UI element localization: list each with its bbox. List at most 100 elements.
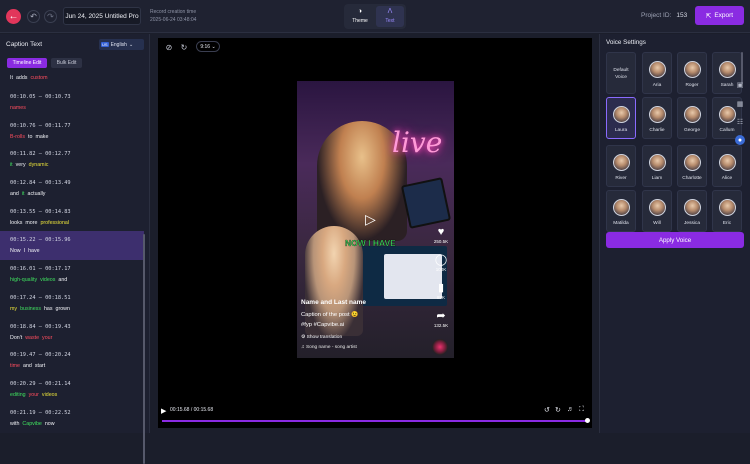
voice-option[interactable]: Charlie: [642, 97, 672, 139]
eye-off-icon[interactable]: ⊘: [164, 42, 174, 52]
forward-icon[interactable]: ↻: [555, 406, 561, 414]
caption-word[interactable]: your: [29, 392, 39, 398]
caption-word[interactable]: dynamic: [29, 162, 49, 168]
caption-word[interactable]: grown: [56, 306, 70, 312]
image-off-icon[interactable]: ▣: [735, 80, 745, 90]
voice-option[interactable]: Liam: [642, 145, 672, 187]
caption-word[interactable]: Capvibe: [22, 421, 41, 427]
caption-word[interactable]: with: [10, 421, 19, 427]
refresh-icon[interactable]: ↻: [179, 42, 189, 52]
caption-word[interactable]: It: [10, 75, 13, 81]
caption-item[interactable]: 00:12.84 – 00:13.49 and it actually: [0, 174, 144, 203]
caption-words[interactable]: time and start: [10, 363, 48, 369]
voice-option[interactable]: Eric: [712, 190, 742, 232]
caption-time[interactable]: 00:21.19 – 00:22.52: [10, 410, 71, 416]
save-button[interactable]: ▮ 89K: [430, 282, 452, 310]
caption-time[interactable]: 00:20.29 – 00:21.14: [10, 381, 71, 387]
caption-word[interactable]: have: [28, 248, 40, 254]
caption-word[interactable]: waste: [25, 335, 39, 341]
voice-option[interactable]: Default Voice: [606, 52, 636, 94]
tab-text[interactable]: Λ Text: [376, 6, 404, 27]
caption-word[interactable]: I: [24, 248, 25, 254]
timeline-handle[interactable]: [585, 418, 590, 423]
caption-list[interactable]: It adds custom 00:10.05 – 00:10.73 names 00:…: [0, 72, 144, 433]
caption-word[interactable]: more: [25, 220, 37, 226]
show-translation[interactable]: ⚙ Show translation: [301, 335, 342, 340]
voice-option[interactable]: Laura: [606, 97, 636, 139]
caption-words[interactable]: my business has grown: [10, 306, 73, 312]
back-icon[interactable]: ←: [6, 9, 21, 24]
caption-time[interactable]: 00:19.47 – 00:20.24: [10, 352, 71, 358]
caption-word[interactable]: editing: [10, 392, 26, 398]
project-title-input[interactable]: Jun 24, 2025 Untitled Pro: [63, 7, 141, 25]
apply-voice-button[interactable]: Apply Voice: [606, 232, 744, 248]
caption-item[interactable]: It adds custom: [0, 72, 144, 88]
language-select[interactable]: US English ⌄: [99, 39, 144, 50]
caption-word[interactable]: Don't: [10, 335, 22, 341]
tab-theme[interactable]: ◑ Theme: [346, 6, 374, 27]
caption-word[interactable]: to: [28, 134, 32, 140]
tab-bulk-edit[interactable]: Bulk Edit: [51, 58, 82, 68]
caption-item[interactable]: 00:21.19 – 00:22.52 with Capvibe now: [0, 404, 144, 433]
volume-icon[interactable]: ♬: [567, 406, 574, 413]
caption-words[interactable]: with Capvibe now: [10, 421, 58, 427]
caption-word[interactable]: my: [10, 306, 17, 312]
caption-word[interactable]: Now: [10, 248, 21, 254]
voice-icon[interactable]: ●: [735, 135, 745, 145]
fullscreen-icon[interactable]: ⛶: [579, 406, 584, 414]
voice-option[interactable]: River: [606, 145, 636, 187]
caption-word[interactable]: custom: [30, 75, 47, 81]
caption-word[interactable]: names: [10, 105, 26, 111]
caption-word[interactable]: time: [10, 363, 20, 369]
caption-word[interactable]: start: [35, 363, 45, 369]
caption-word[interactable]: looks: [10, 220, 22, 226]
caption-word[interactable]: very: [16, 162, 26, 168]
caption-time[interactable]: 00:18.84 – 00:19.43: [10, 324, 71, 330]
caption-words[interactable]: It adds custom: [10, 75, 51, 81]
undo-icon[interactable]: ↶: [27, 10, 40, 23]
caption-time[interactable]: 00:10.76 – 00:11.77: [10, 123, 71, 129]
caption-item[interactable]: 00:18.84 – 00:19.43 Don't waste your: [0, 318, 144, 347]
tab-timeline-edit[interactable]: Timeline Edit: [7, 58, 47, 68]
caption-words[interactable]: editing your videos: [10, 392, 60, 398]
voice-option[interactable]: Aria: [642, 52, 672, 94]
caption-time[interactable]: 00:17.24 – 00:18.51: [10, 295, 71, 301]
aspect-ratio-select[interactable]: 9:16 ⌄: [196, 41, 220, 52]
voice-option[interactable]: Alice: [712, 145, 742, 187]
caption-words[interactable]: and it actually: [10, 191, 48, 197]
caption-item[interactable]: 00:20.29 – 00:21.14 editing your videos: [0, 375, 144, 404]
play-icon[interactable]: ▷: [365, 211, 381, 227]
caption-item[interactable]: 00:17.24 – 00:18.51 my business has grown: [0, 289, 144, 318]
caption-word[interactable]: it: [10, 162, 13, 168]
caption-word[interactable]: and: [23, 363, 32, 369]
caption-word[interactable]: adds: [16, 75, 28, 81]
timeline-progress[interactable]: [162, 420, 588, 422]
caption-time[interactable]: 00:11.82 – 00:12.77: [10, 151, 71, 157]
caption-word[interactable]: it: [22, 191, 25, 197]
caption-item[interactable]: 00:11.82 – 00:12.77 it very dynamic: [0, 145, 144, 174]
caption-word[interactable]: actually: [28, 191, 46, 197]
play-icon[interactable]: ▶: [161, 407, 166, 415]
caption-time[interactable]: 00:12.84 – 00:13.49: [10, 180, 71, 186]
caption-item[interactable]: 00:10.76 – 00:11.77 B-rolls to make: [0, 117, 144, 146]
caption-time[interactable]: 00:10.05 – 00:10.73: [10, 94, 71, 100]
caption-word[interactable]: and: [58, 277, 67, 283]
caption-word[interactable]: videos: [40, 277, 55, 283]
caption-word[interactable]: has: [44, 306, 53, 312]
caption-item[interactable]: 00:19.47 – 00:20.24 time and start: [0, 346, 144, 375]
caption-words[interactable]: names: [10, 105, 29, 111]
caption-time[interactable]: 00:13.55 – 00:14.83: [10, 209, 71, 215]
crop-icon[interactable]: ▦: [735, 99, 745, 109]
caption-word[interactable]: now: [45, 421, 55, 427]
caption-time[interactable]: 00:15.22 – 00:15.96: [10, 237, 71, 243]
caption-words[interactable]: Don't waste your: [10, 335, 55, 341]
caption-words[interactable]: B-rolls to make: [10, 134, 51, 140]
voice-option[interactable]: Jessica: [677, 190, 707, 232]
caption-item[interactable]: 00:10.05 – 00:10.73 names: [0, 88, 144, 117]
caption-item[interactable]: 00:15.22 – 00:15.96 Now Ihave: [0, 231, 144, 261]
caption-word[interactable]: your: [42, 335, 52, 341]
caption-time[interactable]: 00:16.01 – 00:17.17: [10, 266, 71, 272]
voice-option[interactable]: Charlotte: [677, 145, 707, 187]
comment-button[interactable]: ◯ 100K: [430, 254, 452, 282]
voice-option[interactable]: Matilda: [606, 190, 636, 232]
